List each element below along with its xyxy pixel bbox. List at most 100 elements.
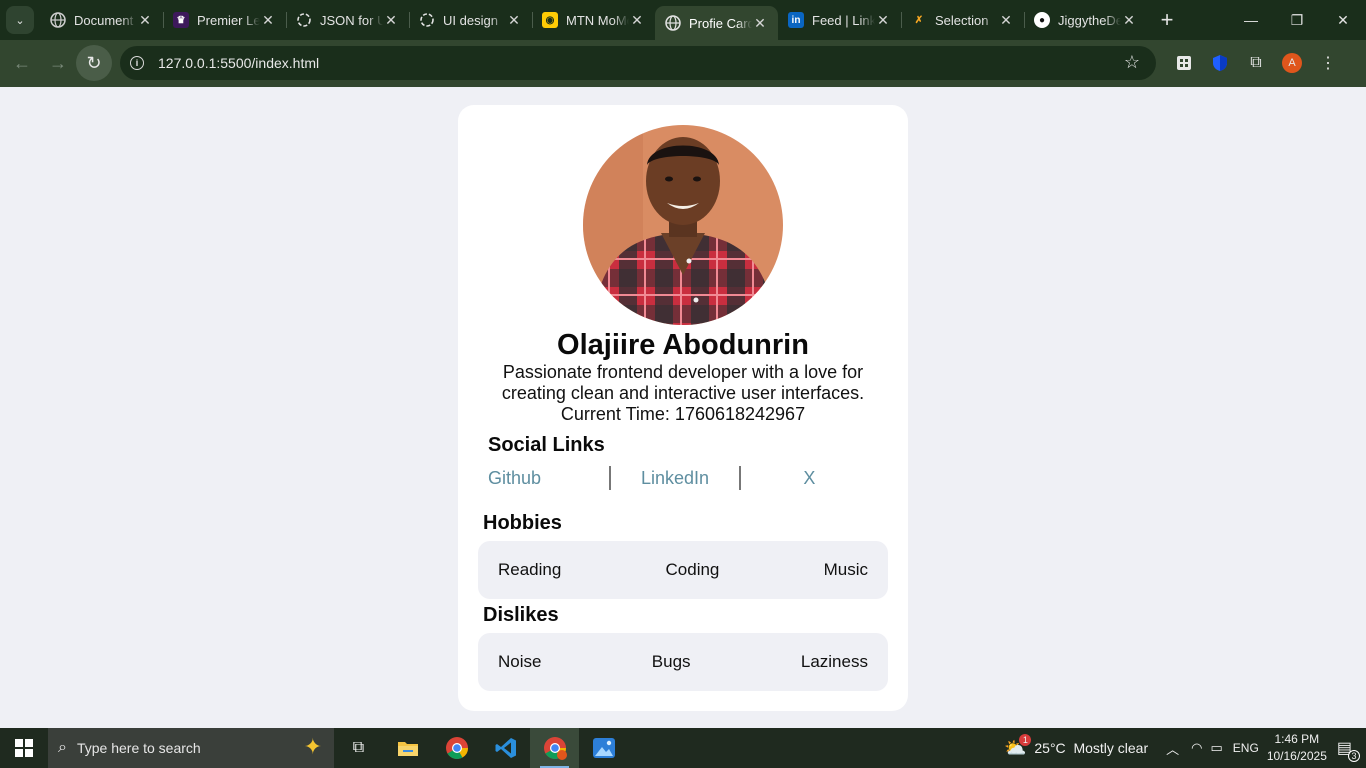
toolbar-extensions: ⧉ A ⋮ bbox=[1166, 46, 1346, 80]
x-link[interactable]: X bbox=[741, 468, 878, 489]
chrome-icon bbox=[445, 737, 468, 759]
hobbies-list: Reading Coding Music bbox=[478, 541, 888, 599]
weather-text[interactable]: 25°C Mostly clear bbox=[1034, 740, 1148, 756]
tab-profile-card[interactable]: Profie Card ✕ bbox=[655, 6, 778, 40]
linkedin-link[interactable]: LinkedIn bbox=[611, 468, 738, 489]
chrome-profile-taskbar-button[interactable] bbox=[530, 728, 579, 768]
restore-button[interactable]: ❐ bbox=[1274, 0, 1320, 40]
arrow-left-icon: ← bbox=[13, 52, 31, 73]
dislikes-list: Noise Bugs Laziness bbox=[478, 633, 888, 691]
dislikes-heading: Dislikes bbox=[483, 604, 559, 626]
close-icon[interactable]: ✕ bbox=[506, 12, 522, 29]
close-icon[interactable]: ✕ bbox=[998, 12, 1014, 29]
folder-icon bbox=[397, 742, 418, 756]
vscode-taskbar-button[interactable] bbox=[481, 728, 530, 768]
clock-date: 10/16/2025 bbox=[1266, 749, 1327, 763]
list-item: Noise bbox=[498, 652, 542, 671]
window-controls: — ❐ ✕ bbox=[1228, 0, 1366, 40]
tab-search-button[interactable]: ⌄ bbox=[6, 6, 34, 34]
reload-button[interactable]: ↻ bbox=[76, 45, 112, 81]
tab-title: Document bbox=[74, 12, 134, 28]
weather-badge: 1 bbox=[1019, 733, 1032, 746]
selection-icon: ✗ bbox=[914, 14, 924, 26]
tab-linkedin-feed[interactable]: in Feed | LinkedIn ✕ bbox=[778, 0, 901, 40]
github-link[interactable]: Github bbox=[488, 468, 609, 489]
reload-icon: ↻ bbox=[86, 52, 102, 73]
globe-icon bbox=[665, 15, 681, 31]
language-indicator[interactable]: ENG bbox=[1233, 741, 1259, 755]
list-item: Reading bbox=[498, 560, 562, 579]
task-view-icon: ⧉ bbox=[352, 739, 365, 756]
close-icon[interactable]: ✕ bbox=[875, 12, 891, 29]
github-icon: ● bbox=[1034, 12, 1050, 28]
apps-icon[interactable] bbox=[1166, 46, 1202, 80]
tab-title: MTN MoMo bbox=[566, 12, 629, 28]
new-tab-button[interactable]: + bbox=[1153, 6, 1181, 34]
windows-logo-icon bbox=[15, 739, 33, 757]
minimize-button[interactable]: — bbox=[1228, 0, 1274, 40]
windows-taskbar: ⌕ Type here to search ✦ ⧉ ⛅ 1 25°C Mostly… bbox=[0, 728, 1366, 768]
start-button[interactable] bbox=[0, 728, 48, 768]
profile-photo bbox=[583, 125, 783, 325]
clock[interactable]: 1:46 PM 10/16/2025 bbox=[1267, 731, 1327, 765]
tab-selection[interactable]: ✗ Selection ✕ bbox=[901, 0, 1024, 40]
url-text: 127.0.0.1:5500/index.html bbox=[158, 55, 320, 71]
list-item: Bugs bbox=[651, 652, 691, 671]
photos-taskbar-button[interactable] bbox=[579, 728, 628, 768]
tab-title: Premier League bbox=[197, 12, 260, 28]
close-icon[interactable]: ✕ bbox=[260, 12, 276, 29]
site-info-icon[interactable]: i bbox=[130, 56, 144, 70]
task-view-button[interactable]: ⧉ bbox=[334, 728, 383, 768]
profile-avatar[interactable]: A bbox=[1282, 53, 1302, 73]
tab-title: JSON for UI bbox=[320, 12, 383, 28]
search-icon: ⌕ bbox=[58, 739, 67, 756]
list-item: Music bbox=[823, 560, 868, 579]
bookmark-star-icon[interactable]: ☆ bbox=[1124, 52, 1140, 73]
chrome-icon bbox=[543, 737, 567, 760]
tab-mtn-momo[interactable]: ◉ MTN MoMo ✕ bbox=[532, 0, 655, 40]
tab-strip: Document ✕ ♛ Premier League ✕ JSON for U… bbox=[40, 0, 1147, 40]
notification-count: 3 bbox=[1348, 750, 1360, 762]
notifications-icon[interactable]: ▤ 3 bbox=[1337, 738, 1360, 762]
close-window-button[interactable]: ✕ bbox=[1320, 0, 1366, 40]
tab-github[interactable]: ● JiggytheDev ✕ bbox=[1024, 0, 1147, 40]
close-icon[interactable]: ✕ bbox=[752, 15, 768, 32]
openai-icon bbox=[296, 12, 312, 28]
list-item: Coding bbox=[665, 560, 720, 579]
weather-icon[interactable]: ⛅ 1 bbox=[1004, 733, 1032, 759]
back-button[interactable]: ← bbox=[4, 45, 40, 81]
sparkle-icon: ✦ bbox=[303, 734, 322, 759]
more-menu-icon[interactable]: ⋮ bbox=[1310, 46, 1346, 80]
close-icon[interactable]: ✕ bbox=[1121, 12, 1137, 29]
shield-extension-icon[interactable] bbox=[1202, 46, 1238, 80]
profile-name: Olajiire Abodunrin bbox=[557, 329, 809, 361]
list-item: Laziness bbox=[800, 652, 868, 671]
search-placeholder: Type here to search bbox=[76, 740, 201, 756]
address-bar[interactable]: i 127.0.0.1:5500/index.html ☆ bbox=[120, 46, 1156, 80]
tab-ui-design[interactable]: UI design ✕ bbox=[409, 0, 532, 40]
chevron-down-icon: ⌄ bbox=[15, 14, 25, 27]
vscode-icon bbox=[495, 738, 516, 758]
battery-icon[interactable]: ▭ bbox=[1211, 740, 1223, 756]
tab-json-for-ui[interactable]: JSON for UI ✕ bbox=[286, 0, 409, 40]
hobbies-heading: Hobbies bbox=[483, 512, 562, 534]
wifi-icon[interactable]: ◠ bbox=[1191, 740, 1202, 756]
extensions-puzzle-icon[interactable]: ⧉ bbox=[1238, 46, 1274, 80]
close-icon[interactable]: ✕ bbox=[383, 12, 399, 29]
premier-league-icon: ♛ bbox=[173, 12, 189, 28]
close-icon[interactable]: ✕ bbox=[137, 12, 153, 29]
restore-icon: ❐ bbox=[1290, 11, 1304, 28]
tab-premier-league[interactable]: ♛ Premier League ✕ bbox=[163, 0, 286, 40]
close-icon[interactable]: ✕ bbox=[629, 12, 645, 29]
profile-card: Olajiire Abodunrin Passionate frontend d… bbox=[458, 105, 908, 711]
forward-button[interactable]: → bbox=[40, 45, 76, 81]
chrome-taskbar-button[interactable] bbox=[432, 728, 481, 768]
tab-title: JiggytheDev bbox=[1058, 12, 1121, 28]
current-time: Current Time: 1760618242967 bbox=[560, 404, 806, 424]
taskbar-search-box[interactable]: ⌕ Type here to search ✦ bbox=[48, 728, 334, 768]
arrow-right-icon: → bbox=[49, 52, 67, 73]
chevron-up-icon[interactable]: ︿ bbox=[1166, 739, 1179, 758]
tab-title: UI design bbox=[443, 12, 498, 28]
tab-document[interactable]: Document ✕ bbox=[40, 0, 163, 40]
file-explorer-button[interactable] bbox=[383, 728, 432, 768]
